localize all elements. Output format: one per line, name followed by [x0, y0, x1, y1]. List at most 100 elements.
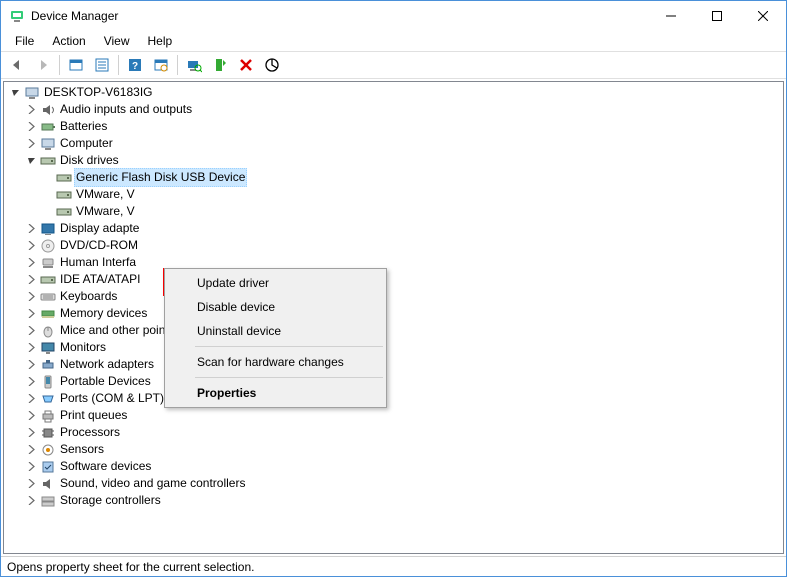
chevron-right-icon[interactable] — [24, 120, 38, 134]
menu-view[interactable]: View — [96, 33, 138, 49]
tree-category[interactable]: Sensors — [24, 441, 783, 458]
tree-category[interactable]: Sound, video and game controllers — [24, 475, 783, 492]
menu-action[interactable]: Action — [44, 33, 93, 49]
menu-help[interactable]: Help — [140, 33, 181, 49]
tree-category[interactable]: Audio inputs and outputs — [24, 101, 783, 118]
tree-category[interactable]: Computer — [24, 135, 783, 152]
update-driver-button[interactable] — [208, 53, 232, 77]
scan-hardware-button[interactable] — [182, 53, 206, 77]
category-icon — [40, 323, 56, 339]
tree-root[interactable]: DESKTOP-V6183IG — [8, 84, 783, 101]
tree-category-label: Memory devices — [58, 305, 149, 322]
tree-category[interactable]: Disk drives — [24, 152, 783, 169]
menu-file[interactable]: File — [7, 33, 42, 49]
chevron-right-icon[interactable] — [24, 494, 38, 508]
chevron-right-icon[interactable] — [24, 392, 38, 406]
tree-category[interactable]: Memory devices — [24, 305, 783, 322]
disk-icon — [56, 204, 72, 220]
tree-category[interactable]: Keyboards — [24, 288, 783, 305]
tree-category-label: Storage controllers — [58, 492, 163, 509]
context-menu-separator — [195, 377, 383, 378]
tree-device[interactable]: VMware, V — [40, 186, 783, 203]
close-button[interactable] — [740, 1, 786, 31]
tree-category[interactable]: Software devices — [24, 458, 783, 475]
tree-category[interactable]: Ports (COM & LPT) — [24, 390, 783, 407]
category-icon — [40, 340, 56, 356]
tree-category[interactable]: Processors — [24, 424, 783, 441]
tree-category-label: Keyboards — [58, 288, 119, 305]
device-manager-window: Device Manager File Action View Help ? D… — [0, 0, 787, 577]
chevron-right-icon[interactable] — [24, 443, 38, 457]
chevron-right-icon[interactable] — [24, 341, 38, 355]
tree-category-label: Network adapters — [58, 356, 156, 373]
tree-category[interactable]: Storage controllers — [24, 492, 783, 509]
show-hidden-button[interactable] — [64, 53, 88, 77]
maximize-button[interactable] — [694, 1, 740, 31]
tree-category-label: DVD/CD-ROM — [58, 237, 140, 254]
back-button[interactable] — [5, 53, 29, 77]
tree-category[interactable]: Batteries — [24, 118, 783, 135]
context-menu-item[interactable]: Disable device — [167, 295, 384, 319]
category-icon — [40, 136, 56, 152]
chevron-right-icon[interactable] — [24, 137, 38, 151]
chevron-right-icon[interactable] — [24, 256, 38, 270]
category-icon — [40, 493, 56, 509]
forward-button[interactable] — [31, 53, 55, 77]
chevron-right-icon[interactable] — [24, 273, 38, 287]
chevron-down-icon[interactable] — [8, 86, 22, 100]
tree-category[interactable]: DVD/CD-ROM — [24, 237, 783, 254]
tree-category[interactable]: Monitors — [24, 339, 783, 356]
tree-category[interactable]: Human Interfa — [24, 254, 783, 271]
tree-device[interactable]: Generic Flash Disk USB Device — [40, 169, 783, 186]
disk-icon — [56, 170, 72, 186]
uninstall-button[interactable] — [234, 53, 258, 77]
computer-icon — [24, 85, 40, 101]
app-icon — [9, 8, 25, 24]
minimize-button[interactable] — [648, 1, 694, 31]
toolbar-separator — [118, 55, 119, 75]
chevron-right-icon[interactable] — [24, 239, 38, 253]
chevron-right-icon[interactable] — [24, 307, 38, 321]
tree-category[interactable]: IDE ATA/ATAPI — [24, 271, 783, 288]
tree-device-label: VMware, V — [74, 186, 137, 203]
chevron-right-icon[interactable] — [24, 375, 38, 389]
help-button[interactable]: ? — [123, 53, 147, 77]
properties-button[interactable] — [90, 53, 114, 77]
chevron-right-icon[interactable] — [24, 426, 38, 440]
context-menu-item[interactable]: Scan for hardware changes — [167, 350, 384, 374]
chevron-right-icon[interactable] — [24, 103, 38, 117]
action-button[interactable] — [149, 53, 173, 77]
context-menu-item[interactable]: Properties — [167, 381, 384, 405]
device-tree[interactable]: DESKTOP-V6183IGAudio inputs and outputsB… — [4, 82, 783, 553]
category-icon — [40, 391, 56, 407]
context-menu-item[interactable]: Update driver — [167, 271, 384, 295]
toolbar-separator — [59, 55, 60, 75]
disable-button[interactable] — [260, 53, 284, 77]
window-title: Device Manager — [31, 9, 648, 23]
tree-category-label: Sound, video and game controllers — [58, 475, 247, 492]
context-menu-item[interactable]: Uninstall device — [167, 319, 384, 343]
chevron-right-icon[interactable] — [24, 358, 38, 372]
tree-device[interactable]: VMware, V — [40, 203, 783, 220]
category-icon — [40, 442, 56, 458]
chevron-down-icon[interactable] — [24, 154, 38, 168]
tree-category[interactable]: Print queues — [24, 407, 783, 424]
tree-category-label: Audio inputs and outputs — [58, 101, 194, 118]
chevron-right-icon[interactable] — [24, 290, 38, 304]
status-text: Opens property sheet for the current sel… — [7, 560, 254, 574]
tree-category[interactable]: Mice and other pointing devices — [24, 322, 783, 339]
category-icon — [40, 357, 56, 373]
chevron-right-icon[interactable] — [24, 460, 38, 474]
category-icon — [40, 306, 56, 322]
chevron-right-icon[interactable] — [24, 409, 38, 423]
chevron-right-icon[interactable] — [24, 477, 38, 491]
tree-category[interactable]: Display adapte — [24, 220, 783, 237]
category-icon — [40, 119, 56, 135]
tree-category[interactable]: Portable Devices — [24, 373, 783, 390]
tree-category-label: Display adapte — [58, 220, 141, 237]
chevron-right-icon[interactable] — [24, 222, 38, 236]
chevron-right-icon[interactable] — [24, 324, 38, 338]
tree-category[interactable]: Network adapters — [24, 356, 783, 373]
svg-text:?: ? — [132, 61, 138, 72]
tree-category-label: Software devices — [58, 458, 153, 475]
